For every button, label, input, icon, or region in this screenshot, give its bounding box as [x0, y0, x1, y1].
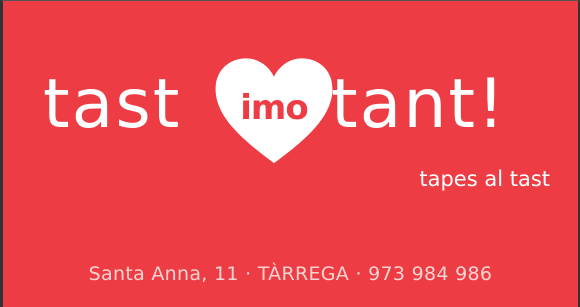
business-card: tast imo tant! tapes al tast Santa Anna,…	[0, 0, 580, 307]
logo-word-right: tant!	[331, 65, 507, 144]
logo-word-left: tast	[43, 65, 182, 144]
address-line: Santa Anna, 11 · TÀRREGA · 973 984 986	[88, 263, 493, 285]
heart-word: imo	[240, 88, 308, 128]
tagline: tapes al tast	[419, 167, 550, 191]
